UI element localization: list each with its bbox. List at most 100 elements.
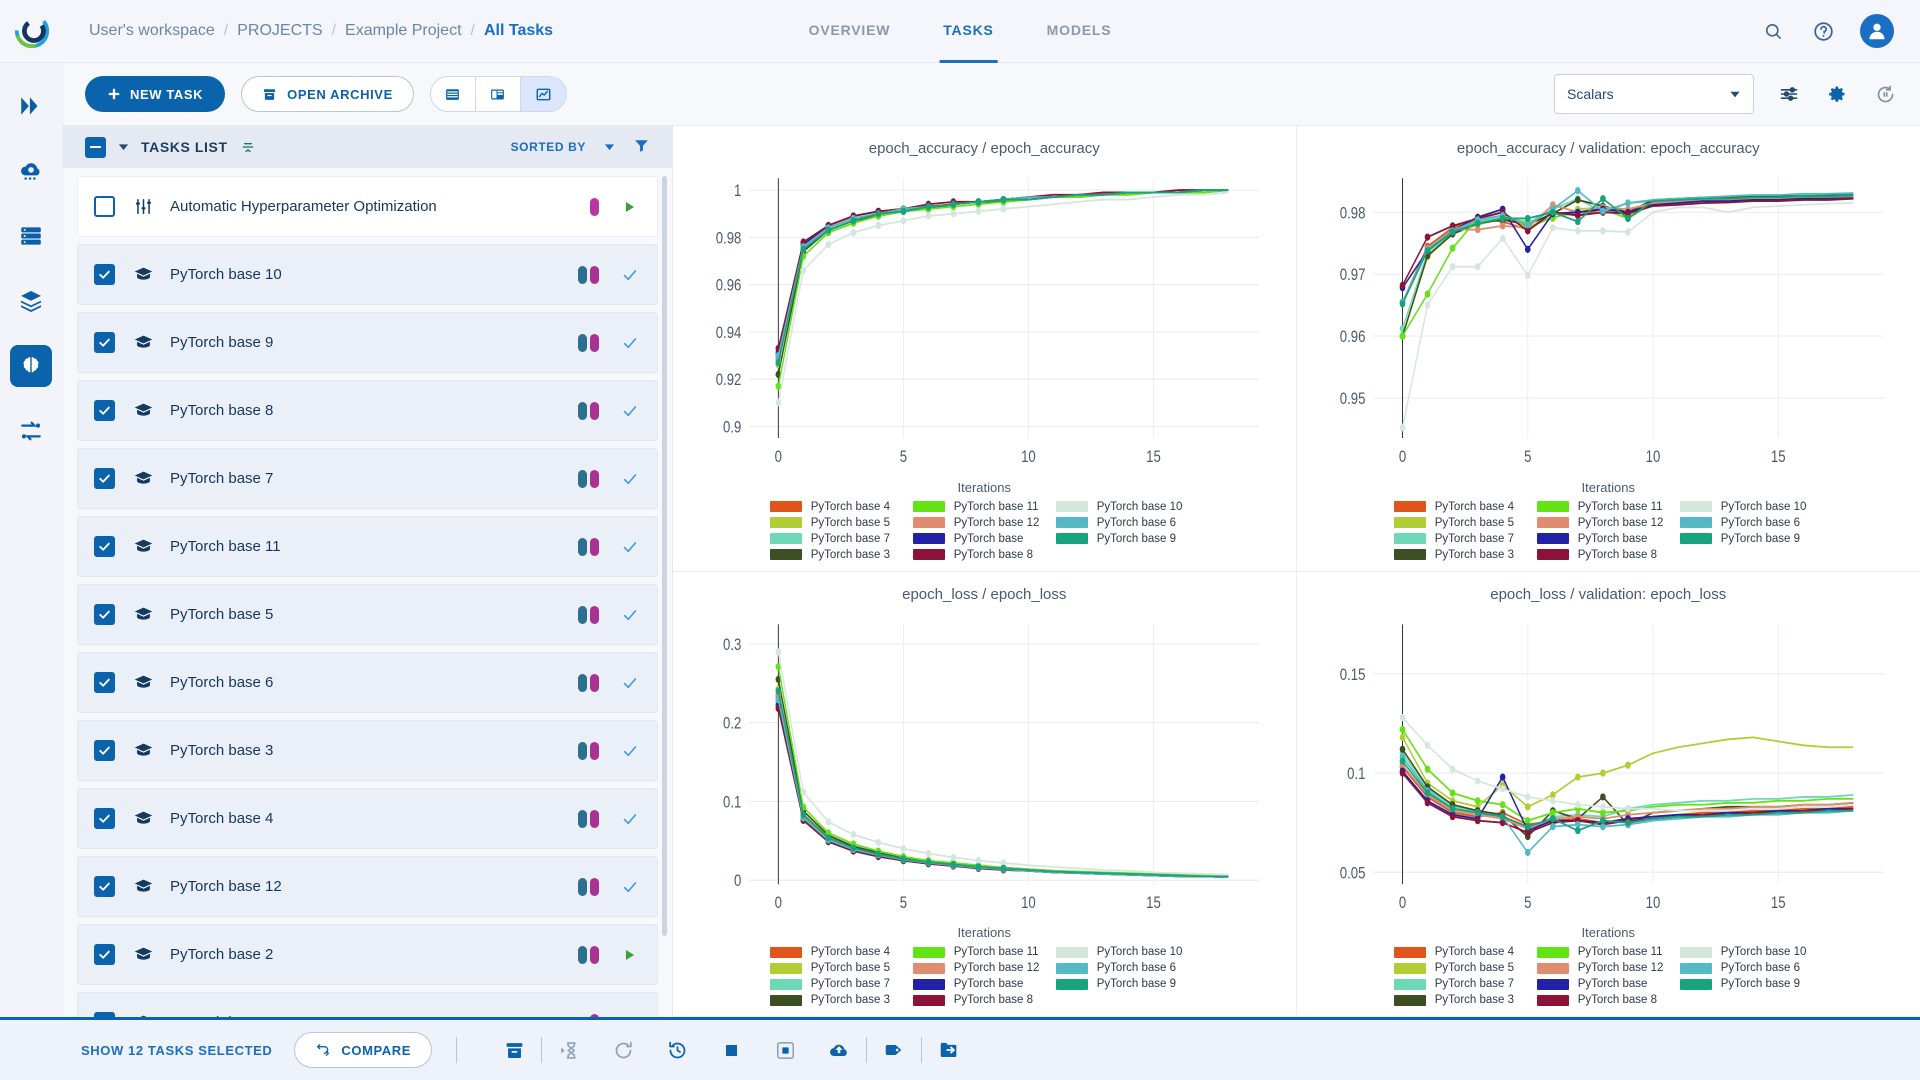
breadcrumb-project[interactable]: Example Project bbox=[345, 22, 462, 40]
enqueue-icon[interactable] bbox=[542, 1030, 596, 1070]
legend-item[interactable]: PyTorch base 3 bbox=[1393, 994, 1537, 1006]
chart-view-icon[interactable] bbox=[520, 77, 566, 111]
legend-item[interactable]: PyTorch base 12 bbox=[1536, 962, 1680, 974]
task-checkbox[interactable] bbox=[94, 332, 115, 353]
task-checkbox[interactable] bbox=[94, 672, 115, 693]
user-avatar[interactable] bbox=[1860, 14, 1894, 48]
task-checkbox[interactable] bbox=[94, 536, 115, 557]
task-row[interactable]: PyTorch base 10 bbox=[77, 244, 658, 305]
chart-panel[interactable]: epoch_accuracy / validation: epoch_accur… bbox=[1296, 126, 1920, 572]
task-checkbox[interactable] bbox=[94, 876, 115, 897]
chevron-down-icon[interactable] bbox=[118, 143, 129, 151]
task-checkbox[interactable] bbox=[94, 808, 115, 829]
legend-item[interactable]: PyTorch base bbox=[1536, 533, 1680, 545]
legend-item[interactable]: PyTorch base 4 bbox=[769, 946, 913, 958]
sidebar-item-reports[interactable] bbox=[10, 410, 52, 452]
details-view-icon[interactable] bbox=[476, 77, 521, 111]
legend-item[interactable]: PyTorch base bbox=[1536, 978, 1680, 990]
legend-item[interactable]: PyTorch base 5 bbox=[769, 517, 913, 529]
tasks-scrollbar[interactable] bbox=[662, 176, 667, 936]
chart-panel[interactable]: epoch_accuracy / epoch_accuracy 0.9 0.92 0.… bbox=[673, 126, 1297, 572]
legend-item[interactable]: PyTorch base 5 bbox=[1393, 517, 1537, 529]
new-task-button[interactable]: NEW TASK bbox=[85, 76, 226, 112]
help-icon[interactable] bbox=[1810, 18, 1836, 44]
chart-plot-area[interactable]: 0.95 0.96 0.97 0.98 0 5 10 15 bbox=[1307, 159, 1911, 482]
legend-item[interactable]: PyTorch base 5 bbox=[769, 962, 913, 974]
task-row[interactable]: PyTorch base 5 bbox=[77, 584, 658, 645]
legend-item[interactable]: PyTorch base 9 bbox=[1055, 978, 1199, 990]
legend-item[interactable]: PyTorch base 7 bbox=[1393, 978, 1537, 990]
task-row[interactable]: PyTorch base bbox=[77, 992, 658, 1017]
gear-icon[interactable] bbox=[1824, 81, 1850, 107]
tab-tasks[interactable]: TASKS bbox=[939, 0, 998, 63]
sidebar-item-pipelines[interactable] bbox=[10, 85, 52, 127]
search-icon[interactable] bbox=[1760, 18, 1786, 44]
task-checkbox[interactable] bbox=[94, 604, 115, 625]
legend-item[interactable]: PyTorch base bbox=[912, 533, 1056, 545]
legend-item[interactable]: PyTorch base 11 bbox=[912, 501, 1056, 513]
sidebar-item-models[interactable] bbox=[10, 345, 52, 387]
metric-select[interactable]: Scalars bbox=[1554, 74, 1754, 114]
task-row[interactable]: PyTorch base 6 bbox=[77, 652, 658, 713]
task-checkbox[interactable] bbox=[94, 944, 115, 965]
breadcrumb-all-tasks[interactable]: All Tasks bbox=[484, 22, 553, 40]
legend-item[interactable]: PyTorch base 9 bbox=[1679, 533, 1823, 545]
sorted-by-label[interactable]: SORTED BY bbox=[511, 140, 586, 154]
sidebar-item-autoscalers[interactable] bbox=[10, 150, 52, 192]
chevron-down-icon[interactable] bbox=[604, 143, 615, 151]
table-view-icon[interactable] bbox=[431, 77, 476, 111]
publish-icon[interactable] bbox=[812, 1030, 866, 1070]
chart-plot-area[interactable]: 0.9 0.92 0.94 0.96 0.98 1 0 5 10 15 bbox=[683, 159, 1286, 482]
breadcrumb-workspace[interactable]: User's workspace bbox=[89, 22, 215, 40]
legend-item[interactable]: PyTorch base 7 bbox=[1393, 533, 1537, 545]
legend-item[interactable]: PyTorch base 7 bbox=[769, 533, 913, 545]
legend-item[interactable]: PyTorch base 4 bbox=[1393, 501, 1537, 513]
tag-icon[interactable] bbox=[867, 1030, 921, 1070]
legend-item[interactable]: PyTorch base 10 bbox=[1055, 501, 1199, 513]
task-checkbox[interactable] bbox=[94, 400, 115, 421]
chart-plot-area[interactable]: 0.05 0.1 0.15 0 5 10 15 bbox=[1307, 605, 1911, 928]
filter-icon[interactable] bbox=[633, 137, 650, 157]
restore-icon[interactable] bbox=[650, 1030, 704, 1070]
legend-item[interactable]: PyTorch base 10 bbox=[1055, 946, 1199, 958]
legend-item[interactable]: PyTorch base 12 bbox=[1536, 517, 1680, 529]
show-selected-tasks-button[interactable]: SHOW 12 TASKS SELECTED bbox=[81, 1043, 272, 1058]
settings-sliders-icon[interactable] bbox=[1776, 81, 1802, 107]
chart-panel[interactable]: epoch_loss / epoch_loss 0 0.1 0.2 0.3 0 5 10 15 I… bbox=[673, 571, 1297, 1017]
legend-item[interactable]: PyTorch base 8 bbox=[912, 549, 1056, 561]
legend-item[interactable]: PyTorch base 12 bbox=[912, 517, 1056, 529]
abort-all-children-icon[interactable] bbox=[758, 1030, 812, 1070]
legend-item[interactable]: PyTorch base 6 bbox=[1679, 962, 1823, 974]
tasks-list-scroll[interactable]: Automatic Hyperparameter Optimization PyT… bbox=[63, 168, 672, 1017]
compare-button[interactable]: COMPARE bbox=[294, 1032, 433, 1068]
legend-item[interactable]: PyTorch base 3 bbox=[1393, 549, 1537, 561]
legend-item[interactable]: PyTorch base 6 bbox=[1679, 517, 1823, 529]
task-checkbox[interactable] bbox=[94, 468, 115, 489]
legend-item[interactable]: PyTorch base 4 bbox=[769, 501, 913, 513]
legend-item[interactable]: PyTorch base 8 bbox=[912, 994, 1056, 1006]
reset-icon[interactable] bbox=[596, 1030, 650, 1070]
task-row[interactable]: Automatic Hyperparameter Optimization bbox=[77, 176, 658, 237]
task-row[interactable]: PyTorch base 9 bbox=[77, 312, 658, 373]
task-row[interactable]: PyTorch base 3 bbox=[77, 720, 658, 781]
legend-item[interactable]: PyTorch base 11 bbox=[912, 946, 1056, 958]
sidebar-item-workers-queues[interactable] bbox=[10, 215, 52, 257]
task-checkbox[interactable] bbox=[94, 196, 115, 217]
task-row[interactable]: PyTorch base 7 bbox=[77, 448, 658, 509]
task-row[interactable]: PyTorch base 2 bbox=[77, 924, 658, 985]
chart-plot-area[interactable]: 0 0.1 0.2 0.3 0 5 10 15 bbox=[683, 605, 1286, 928]
auto-refresh-icon[interactable] bbox=[1872, 81, 1898, 107]
legend-item[interactable]: PyTorch base 6 bbox=[1055, 962, 1199, 974]
sidebar-item-datasets[interactable] bbox=[10, 280, 52, 322]
legend-item[interactable]: PyTorch base 9 bbox=[1055, 533, 1199, 545]
legend-item[interactable]: PyTorch base 10 bbox=[1679, 946, 1823, 958]
breadcrumb-projects[interactable]: PROJECTS bbox=[237, 22, 322, 40]
tab-overview[interactable]: OVERVIEW bbox=[805, 0, 895, 63]
legend-item[interactable]: PyTorch base 7 bbox=[769, 978, 913, 990]
legend-item[interactable]: PyTorch base 8 bbox=[1536, 994, 1680, 1006]
legend-item[interactable]: PyTorch base 11 bbox=[1536, 946, 1680, 958]
task-row[interactable]: PyTorch base 11 bbox=[77, 516, 658, 577]
legend-item[interactable]: PyTorch base 5 bbox=[1393, 962, 1537, 974]
legend-item[interactable]: PyTorch base 9 bbox=[1679, 978, 1823, 990]
sort-icon[interactable] bbox=[240, 139, 256, 155]
